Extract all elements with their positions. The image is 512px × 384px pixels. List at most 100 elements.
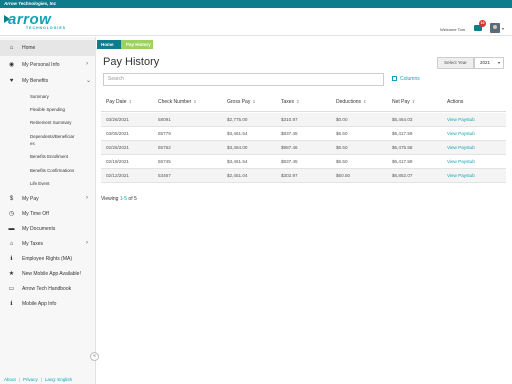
view-paystub-link[interactable]: View Paystub bbox=[447, 145, 475, 150]
columns-button[interactable]: Columns bbox=[392, 76, 420, 82]
chevron-right-icon: › bbox=[86, 195, 88, 201]
view-paystub-link[interactable]: View Paystub bbox=[447, 131, 475, 136]
sidebar-item-benefits[interactable]: ♥ My Benefits ⌄ bbox=[0, 73, 96, 89]
person-icon: ◉ bbox=[8, 62, 15, 68]
sidebar-item-mobile-app[interactable]: ★ New Mobile App Available! bbox=[0, 266, 96, 282]
sort-icon: ⇕ bbox=[252, 99, 256, 104]
select-year-label: Select Year bbox=[437, 57, 474, 69]
language-link[interactable]: Lang: English bbox=[45, 377, 72, 382]
sidebar-item-label: My Personal Info bbox=[22, 62, 60, 68]
sidebar-item-home[interactable]: ⌂ Home bbox=[0, 40, 96, 56]
cell-net-pay: $6,417.59 bbox=[392, 159, 413, 164]
column-header-deductions[interactable]: Deductions ⇕ bbox=[336, 99, 366, 105]
header: arrow TECHNOLOGIES Welcome Tom 10 ▾ bbox=[0, 8, 512, 36]
column-header-label: Gross Pay bbox=[227, 99, 251, 105]
cell-taxes: $837.45 bbox=[281, 131, 298, 136]
view-paystub-link[interactable]: View Paystub bbox=[447, 159, 475, 164]
cell-taxes: $987.46 bbox=[281, 145, 298, 150]
cell-gross-pay: $3,464.00 bbox=[227, 145, 248, 150]
cell-deductions: $0.00 bbox=[336, 117, 348, 122]
sort-icon: ⇕ bbox=[296, 99, 300, 104]
sidebar-item-handbook[interactable]: ▭ Arrow Tech Handbook bbox=[0, 281, 96, 297]
info-icon: ℹ bbox=[10, 301, 13, 307]
sidebar-subitem-benefits-confirmations[interactable]: Benefits Confirmations bbox=[30, 168, 90, 173]
sidebar-subitem-retirement-summary[interactable]: Retirement Summary bbox=[30, 120, 90, 125]
page-title: Pay History bbox=[103, 56, 160, 68]
cell-check-number: 55745 bbox=[158, 159, 171, 164]
clock-icon: ◷ bbox=[8, 211, 15, 217]
cell-gross-pay: $2,775.00 bbox=[227, 117, 248, 122]
chevron-down-icon[interactable]: ▾ bbox=[502, 26, 504, 31]
chevron-down-icon: ▾ bbox=[497, 60, 500, 65]
logo-subtitle: TECHNOLOGIES bbox=[26, 26, 67, 30]
privacy-link[interactable]: Privacy bbox=[23, 377, 38, 382]
divider: | bbox=[18, 377, 20, 382]
column-header-label: Pay Date bbox=[106, 99, 127, 105]
cell-deductions: $6.50 bbox=[336, 131, 348, 136]
column-header-net-pay[interactable]: Net Pay ⇕ bbox=[392, 99, 415, 105]
cell-check-number: 53467 bbox=[158, 173, 171, 178]
sidebar-subitem-flexible-spending[interactable]: Flexible Spending bbox=[30, 107, 90, 112]
viewing-range: 1-5 bbox=[119, 196, 128, 202]
view-paystub-link[interactable]: View Paystub bbox=[447, 173, 475, 178]
cell-deductions: $60.50 bbox=[336, 173, 351, 178]
dollar-icon: $ bbox=[9, 196, 14, 202]
sidebar-item-employee-rights[interactable]: ℹ Employee Rights (MA) bbox=[0, 251, 96, 267]
column-header-gross-pay[interactable]: Gross Pay ⇕ bbox=[227, 99, 256, 105]
cell-gross-pay: $3,461.54 bbox=[227, 159, 248, 164]
cell-net-pay: $6,417.59 bbox=[392, 131, 413, 136]
arrow-logo[interactable]: arrow TECHNOLOGIES bbox=[4, 11, 84, 35]
divider: | bbox=[40, 377, 42, 382]
cell-pay-date: 02/26/2021 bbox=[106, 145, 129, 150]
sidebar-item-documents[interactable]: ▬ My Documents bbox=[0, 221, 96, 237]
column-header-label: Check Number bbox=[158, 99, 192, 105]
cell-net-pay: $6,852.07 bbox=[392, 173, 413, 178]
bank-icon: ⌂ bbox=[9, 241, 14, 247]
sidebar-item-taxes[interactable]: ⌂ My Taxes › bbox=[0, 236, 96, 252]
sidebar-item-mobile-app-info[interactable]: ℹ Mobile App Info bbox=[0, 296, 96, 312]
table-row: 02/26/2021 55762 $3,464.00 $987.46 $6.50… bbox=[101, 141, 506, 155]
sort-icon: ⇕ bbox=[193, 99, 197, 104]
sidebar-item-pay[interactable]: $ My Pay › bbox=[0, 191, 96, 207]
chevron-down-icon: ⌄ bbox=[86, 78, 92, 84]
sidebar-item-label: Mobile App Info bbox=[22, 301, 57, 307]
columns-label: Columns bbox=[400, 76, 420, 82]
avatar[interactable] bbox=[490, 23, 500, 33]
sidebar-item-label: Arrow Tech Handbook bbox=[22, 286, 72, 292]
cell-taxes: $310.97 bbox=[281, 117, 298, 122]
sidebar-item-label: New Mobile App Available! bbox=[22, 271, 81, 277]
sidebar-subitem-summary[interactable]: Summary bbox=[30, 94, 90, 99]
mail-count-badge: 10 bbox=[479, 20, 486, 27]
cell-gross-pay: $3,461.54 bbox=[227, 131, 248, 136]
column-header-taxes[interactable]: Taxes ⇕ bbox=[281, 99, 299, 105]
sidebar-item-personal-info[interactable]: ◉ My Personal Info › bbox=[0, 57, 96, 73]
cell-deductions: $6.50 bbox=[336, 159, 348, 164]
cell-check-number: 55779 bbox=[158, 131, 171, 136]
sidebar-subitem-dependents-wrap[interactable]: es bbox=[30, 141, 90, 146]
info-icon: ℹ bbox=[10, 256, 13, 262]
cell-gross-pay: $2,451.04 bbox=[227, 173, 248, 178]
sidebar-subitem-dependents[interactable]: Dependents/Beneficiar bbox=[30, 134, 90, 139]
sidebar-subitem-life-event[interactable]: Life Event bbox=[30, 181, 90, 186]
table-row: 03/05/2021 55779 $3,461.54 $837.45 $6.50… bbox=[101, 127, 506, 141]
sidebar-subitem-benefits-enrollment[interactable]: Benefits Enrollment bbox=[30, 154, 90, 159]
year-select[interactable]: 2021 ▾ bbox=[474, 57, 504, 69]
chevron-right-icon: › bbox=[86, 61, 88, 67]
viewing-prefix: Viewing bbox=[101, 196, 120, 202]
sidebar-item-time-off[interactable]: ◷ My Time Off bbox=[0, 206, 96, 222]
table-row: 02/19/2021 55745 $3,461.54 $837.45 $6.50… bbox=[101, 155, 506, 169]
collapse-sidebar-button[interactable]: « bbox=[90, 352, 99, 361]
sort-icon: ⇕ bbox=[128, 99, 132, 104]
cell-deductions: $6.50 bbox=[336, 145, 348, 150]
column-header-pay-date[interactable]: Pay Date ⇕ bbox=[106, 99, 132, 105]
folder-icon: ▬ bbox=[8, 226, 15, 232]
column-header-label: Net Pay bbox=[392, 99, 410, 105]
breadcrumb-home[interactable]: Home bbox=[97, 40, 123, 49]
sidebar-item-label: Employee Rights (MA) bbox=[22, 256, 73, 262]
chevron-right-icon: › bbox=[86, 240, 88, 246]
about-link[interactable]: About bbox=[4, 377, 16, 382]
cell-pay-date: 03/05/2021 bbox=[106, 131, 129, 136]
view-paystub-link[interactable]: View Paystub bbox=[447, 117, 475, 122]
column-header-check-number[interactable]: Check Number ⇕ bbox=[158, 99, 197, 105]
search-input[interactable]: Search bbox=[103, 73, 384, 86]
